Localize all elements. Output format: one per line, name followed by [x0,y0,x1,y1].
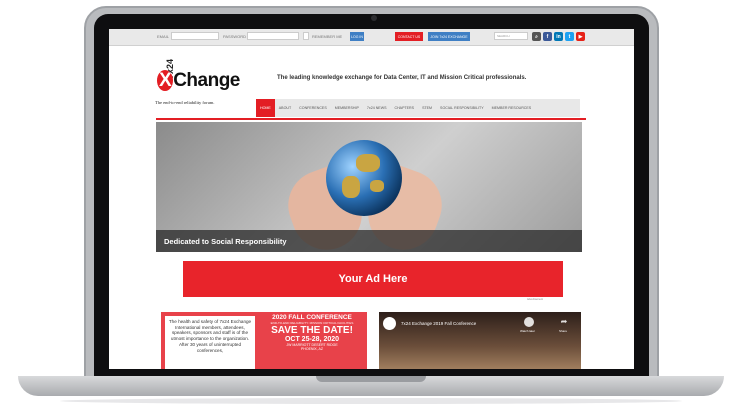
twitter-icon[interactable]: t [565,32,574,41]
email-field[interactable] [171,32,219,40]
nav-chapters[interactable]: CHAPTERS [390,99,418,117]
site-logo[interactable]: 7x24 X Change The end-to-end reliability … [155,59,240,109]
join-button[interactable]: JOIN 7x24 EXCHANGE [428,32,470,41]
logo-wordmark: X Change [157,70,240,92]
nav-conferences[interactable]: CONFERENCES [295,99,331,117]
nav-home[interactable]: HOME [256,99,275,117]
nav-stem[interactable]: STEM [418,99,436,117]
video-title: 7x24 Exchange 2019 Fall Conference [401,321,477,326]
main-nav: HOME ABOUT CONFERENCES MEMBERSHIP 7x24 N… [256,99,580,117]
nav-member-resources[interactable]: MEMBER RESOURCES [488,99,536,117]
laptop-screen: EMAIL PASSWORD REMEMBER ME LOG IN CONTAC… [109,29,634,369]
channel-logo [383,317,396,330]
utility-bar: EMAIL PASSWORD REMEMBER ME LOG IN CONTAC… [109,29,634,46]
hero-caption: Dedicated to Social Responsibility [156,230,582,252]
facebook-icon[interactable]: f [543,32,552,41]
password-field[interactable] [247,32,299,40]
laptop-notch [316,376,426,382]
clock-icon[interactable] [524,317,534,327]
share-label: Share [559,329,568,333]
site-tagline: The leading knowledge exchange for Data … [277,75,527,81]
ad-banner[interactable]: Your Ad Here [183,261,563,297]
remember-checkbox[interactable] [303,32,309,40]
promo-save-the-date: SAVE THE DATE! [271,325,353,336]
conference-promo[interactable]: The health and safety of 7x24 Exchange I… [161,312,367,369]
laptop-shadow [60,398,682,404]
nav-membership[interactable]: MEMBERSHIP [331,99,363,117]
logo-subtitle: The end-to-end reliability forum. [155,100,215,105]
linkedin-icon[interactable]: in [554,32,563,41]
camera-icon [371,15,377,21]
header-divider [156,118,586,120]
promo-subtitle: END-TO-END RELIABILITY: MISSION CRITICAL… [270,321,354,325]
logo-change: Change [173,70,240,91]
share-icon[interactable]: ➦ [559,317,569,327]
ad-note: Advertisement [527,298,543,301]
remember-label: REMEMBER ME [312,34,343,39]
login-button[interactable]: LOG IN [350,32,364,41]
hero-slider[interactable]: Dedicated to Social Responsibility [156,122,582,252]
nav-news[interactable]: 7x24 NEWS [363,99,391,117]
contact-button[interactable]: CONTACT US [395,32,423,41]
search-icon[interactable]: ⌕ [532,32,541,41]
watch-later-label: Watch later [520,329,536,333]
youtube-icon[interactable]: ▶ [576,32,585,41]
nav-about[interactable]: ABOUT [275,99,295,117]
promo-city: PHOENIX, AZ [301,347,323,351]
promo-details: 2020 FALL CONFERENCE END-TO-END RELIABIL… [259,314,365,351]
logo-x-mark: X [157,70,174,91]
video-embed[interactable]: 7x24 Exchange 2019 Fall Conference Watch… [379,312,581,369]
promo-dates: OCT 25-28, 2020 [284,336,340,343]
nav-social-responsibility[interactable]: SOCIAL RESPONSIBILITY [436,99,488,117]
search-input[interactable]: SEARCH [494,32,528,40]
email-label: EMAIL [157,34,170,39]
globe-image [326,140,402,216]
password-label: PASSWORD [223,34,247,39]
promo-title: 2020 FALL CONFERENCE [272,314,352,321]
promo-body: The health and safety of 7x24 Exchange I… [165,316,255,369]
